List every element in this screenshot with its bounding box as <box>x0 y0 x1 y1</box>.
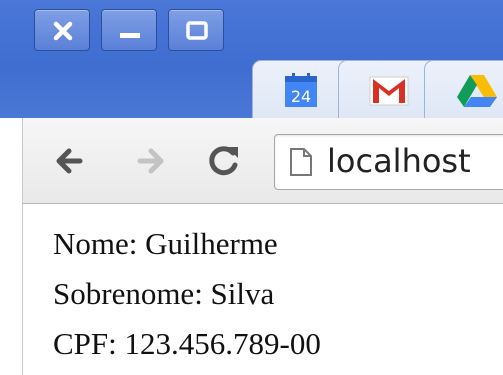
close-button[interactable] <box>34 9 90 51</box>
reload-icon[interactable] <box>204 141 244 181</box>
tab-drive[interactable] <box>424 60 503 118</box>
calendar-day-text: 24 <box>291 87 311 106</box>
calendar-icon: 24 <box>285 73 317 107</box>
name-line: Nome: Guilherme <box>53 226 278 261</box>
maximize-icon <box>186 21 208 40</box>
minimize-button[interactable] <box>101 9 157 51</box>
gmail-icon <box>369 76 409 106</box>
address-bar[interactable]: localhost <box>274 134 503 190</box>
title-bar: 24 <box>0 0 503 118</box>
google-drive-icon <box>457 75 497 107</box>
forward-arrow-icon[interactable] <box>130 141 170 181</box>
url-text[interactable]: localhost <box>327 142 471 180</box>
close-icon <box>53 21 73 41</box>
maximize-button[interactable] <box>168 9 224 51</box>
minimize-icon <box>120 33 140 38</box>
back-arrow-icon[interactable] <box>50 141 90 181</box>
page-content: Nome: Guilherme Sobrenome: Silva CPF: 12… <box>22 204 503 375</box>
cpf-line: CPF: 123.456.789-00 <box>53 326 321 361</box>
page-icon <box>290 148 312 176</box>
surname-line: Sobrenome: Silva <box>53 276 275 311</box>
